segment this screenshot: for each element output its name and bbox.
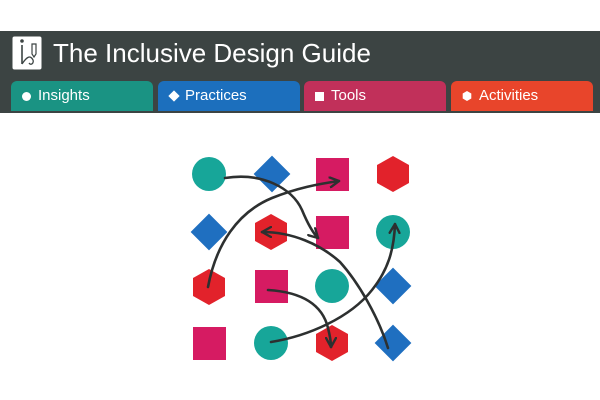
tab-activities-label: Activities [479, 87, 539, 105]
shape-square [193, 327, 226, 360]
shape-square [316, 216, 349, 249]
site-title[interactable]: The Inclusive Design Guide [53, 35, 371, 71]
shape-circle [315, 269, 349, 303]
tab-insights-label: Insights [38, 87, 90, 105]
shape-circle [192, 157, 226, 191]
pencil-logo-icon[interactable] [12, 36, 42, 70]
shapes-illustration [190, 155, 412, 362]
shape-diamond [253, 155, 291, 193]
shape-hexagon [377, 156, 409, 192]
square-icon [315, 91, 324, 101]
tab-insights[interactable]: Insights [11, 81, 153, 111]
tab-tools-label: Tools [331, 87, 367, 105]
shape-square [316, 158, 349, 191]
tab-activities[interactable]: Activities [451, 81, 593, 111]
hexagon-icon [462, 91, 472, 102]
shape-square [255, 270, 288, 303]
tab-practices-label: Practices [185, 87, 247, 105]
circle-icon [22, 91, 31, 101]
shape-diamond [374, 267, 412, 305]
diamond-icon [168, 90, 180, 102]
tab-tools[interactable]: Tools [304, 81, 446, 111]
tab-practices[interactable]: Practices [158, 81, 300, 111]
